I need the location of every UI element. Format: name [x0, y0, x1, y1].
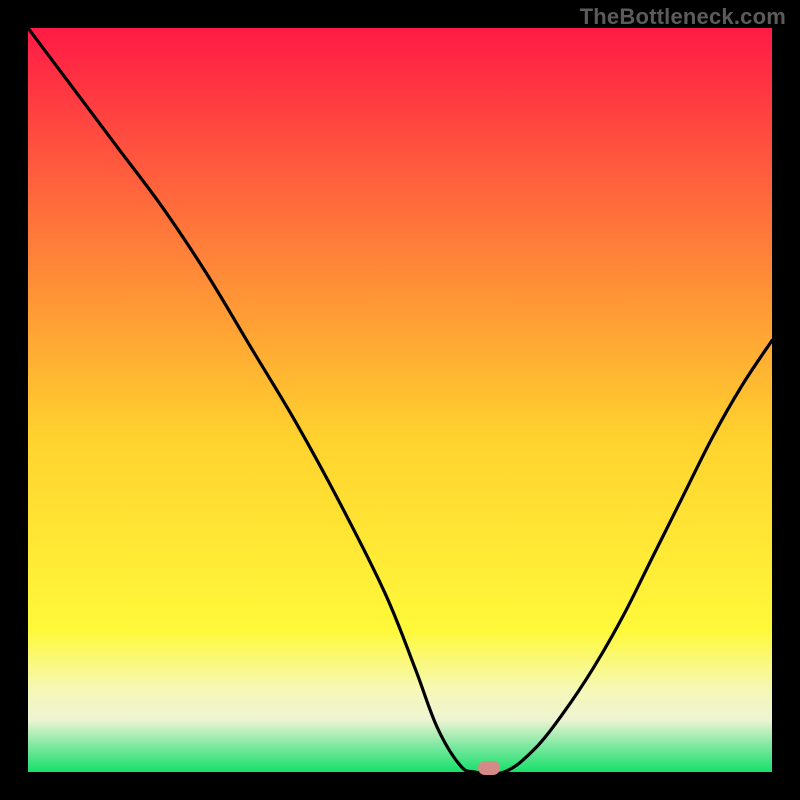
- chart-svg: [28, 28, 772, 772]
- plot-area: [28, 28, 772, 772]
- chart-frame: TheBottleneck.com: [0, 0, 800, 800]
- optimal-marker: [478, 761, 500, 775]
- watermark-text: TheBottleneck.com: [580, 4, 786, 30]
- gradient-background: [28, 28, 772, 772]
